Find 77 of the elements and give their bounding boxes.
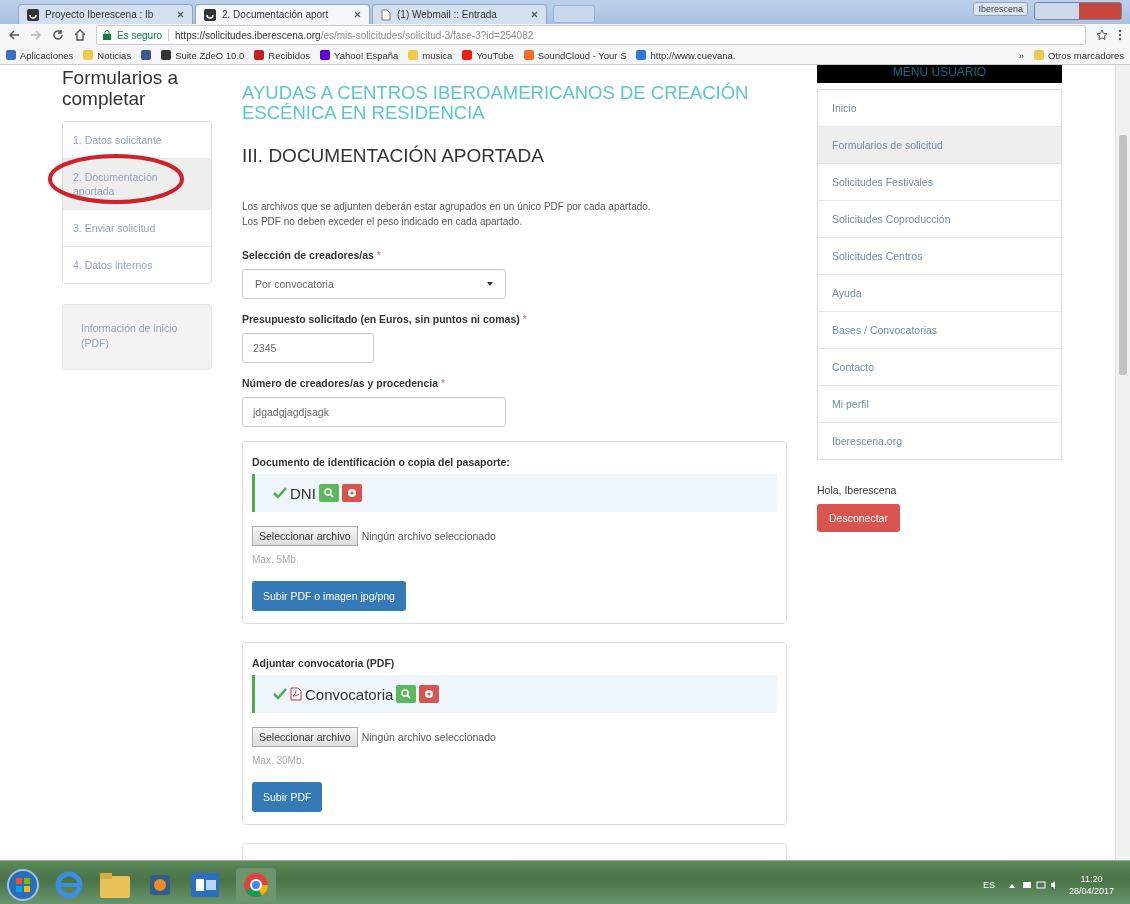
search-icon: [401, 689, 412, 699]
choose-file-button[interactable]: Seleccionar archivo: [252, 526, 358, 546]
remove-icon: [424, 689, 435, 699]
logout-button[interactable]: Desconectar: [817, 504, 900, 532]
bookmark[interactable]: Noticias: [83, 49, 132, 61]
browser-tab[interactable]: Proyecto Iberescena : Ib: [18, 4, 193, 24]
browser-tab[interactable]: 2. Documentación aport: [195, 4, 370, 24]
menu-header: MENU USUARIO: [817, 65, 1062, 83]
no-file-text: Ningún archivo seleccionado: [361, 731, 496, 743]
input-field[interactable]: 2345: [242, 333, 374, 363]
upload-title: Documento de identificación o copia del pasaporte:: [252, 456, 511, 468]
greeting-text: Hola, Iberescena: [817, 484, 898, 496]
input-field[interactable]: jdgadgjagdjsagk: [242, 397, 506, 427]
close-icon[interactable]: [531, 11, 538, 18]
delete-file-button[interactable]: [341, 484, 362, 502]
caret-icon: [487, 281, 493, 287]
max-size-text: Max. 5Mb.: [252, 554, 300, 565]
reload-icon[interactable]: [52, 29, 64, 41]
page-icon: [381, 8, 391, 21]
field-label: Selección de creadores/as *: [242, 249, 382, 261]
back-icon[interactable]: [8, 30, 20, 40]
intro-text: Los archivos que se adjunten deberán estar agrupados en un único PDF por cada apartado.: [242, 200, 652, 214]
no-file-text: Ningún archivo seleccionado: [361, 530, 496, 542]
sidebar-title: Formularios a completar: [62, 67, 180, 109]
upload-button[interactable]: Subir PDF: [252, 782, 323, 812]
language-indicator[interactable]: ES: [982, 879, 995, 890]
pdf-file-icon: [290, 687, 302, 701]
check-icon: [273, 688, 287, 700]
site-favicon-icon: [27, 8, 39, 21]
check-icon: [273, 487, 287, 499]
bookmark[interactable]: Recibidos: [254, 49, 311, 61]
profile-button[interactable]: Iberescena: [973, 2, 1028, 16]
menu-item[interactable]: Formularios de solicitud: [818, 126, 1061, 163]
chrome-icon[interactable]: [236, 867, 276, 902]
site-favicon-icon: [204, 8, 216, 21]
menu-icon[interactable]: [1118, 29, 1122, 41]
browser-tab[interactable]: (1) Webmail :: Entrada: [372, 4, 547, 24]
start-button-icon[interactable]: [6, 867, 40, 902]
bookmark[interactable]: Yahoo! España: [320, 49, 399, 61]
upload-button[interactable]: Subir PDF o imagen jpg/png: [252, 581, 406, 611]
field-label: Número de creadores/as y procedencia *: [242, 377, 447, 389]
bookmark[interactable]: Aplicaciones: [6, 49, 74, 61]
bookmark[interactable]: http://www.cuevana.: [636, 49, 736, 61]
section-title: III. DOCUMENTACIÓN APORTADA: [242, 145, 545, 167]
select-field[interactable]: Por convocatoria: [242, 269, 506, 299]
home-icon[interactable]: [74, 29, 86, 41]
bookmark[interactable]: SoundCloud - Your S: [523, 49, 627, 61]
max-size-text: Max. 30Mb.: [252, 755, 306, 766]
view-file-button[interactable]: [396, 685, 417, 703]
intro-text: Los PDF no deben exceder el peso indicado en cada apartado.: [242, 215, 524, 229]
more-bookmarks[interactable]: »: [1018, 49, 1024, 61]
file-name: DNI: [290, 484, 316, 502]
choose-file-button[interactable]: Seleccionar archivo: [252, 727, 358, 747]
clock[interactable]: 11:20 28/04/2017: [1068, 872, 1114, 897]
bookmark[interactable]: YouTube: [462, 49, 514, 61]
tray-icons[interactable]: [1006, 879, 1057, 890]
bookmark[interactable]: musica: [408, 49, 453, 61]
bookmark-folder[interactable]: Otros marcadores: [1033, 49, 1124, 61]
program-title: AYUDAS A CENTROS IBEROAMERICANOS DE CREACIÓN ESCÉNICA EN RESIDENCIA: [242, 83, 750, 123]
lock-icon: [103, 30, 111, 40]
view-file-button[interactable]: [318, 484, 339, 502]
secure-label: Es seguro: [117, 29, 163, 41]
close-icon[interactable]: [177, 11, 184, 18]
search-icon: [323, 488, 334, 498]
star-icon[interactable]: [1096, 29, 1108, 41]
close-icon[interactable]: [354, 11, 361, 18]
delete-file-button[interactable]: [419, 685, 440, 703]
window-controls[interactable]: [1034, 2, 1122, 20]
bookmark[interactable]: Suite ZdeO 10.0: [161, 49, 245, 61]
bookmark[interactable]: [141, 50, 152, 60]
scrollbar[interactable]: [1115, 65, 1130, 860]
address-bar[interactable]: Es seguro https://solicitudes.iberescena.org/es/mis-solicitudes/solicitud-3/fase-3?id=254082: [96, 25, 1086, 45]
url-text: https://solicitudes.iberescena.org/es/mis-solicitudes/solicitud-3/fase-3?id=254082: [175, 29, 534, 41]
upload-title: Adjuntar convocatoria (PDF): [252, 657, 396, 669]
field-label: Presupuesto solicitado (en Euros, sin puntos ni comas) *: [242, 313, 528, 325]
remove-icon: [346, 488, 357, 498]
file-name: Convocatoria: [305, 685, 394, 703]
